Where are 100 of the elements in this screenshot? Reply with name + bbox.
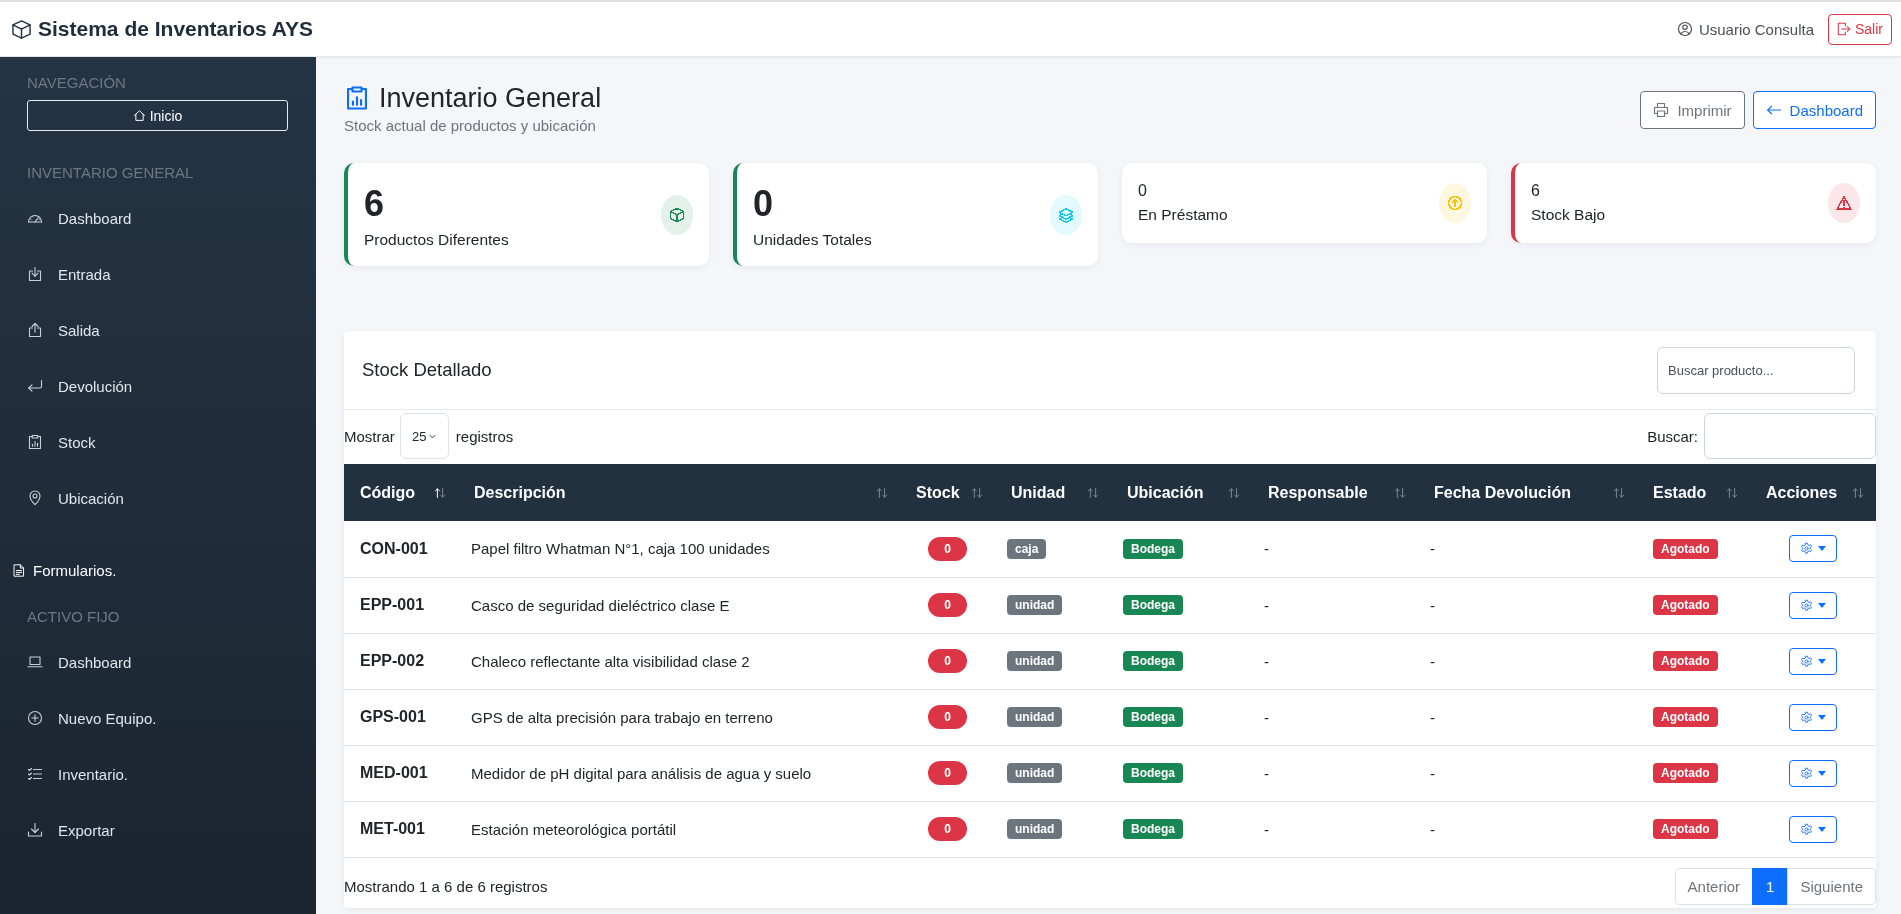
column-header[interactable]: Ubicación	[1111, 464, 1252, 521]
caret-icon	[1818, 714, 1826, 720]
table-info: Mostrando 1 a 6 de 6 registros	[344, 877, 548, 895]
stock-badge: 0	[928, 761, 967, 785]
filter-label: Buscar:	[1647, 427, 1698, 445]
actions-dropdown-button[interactable]	[1789, 535, 1837, 563]
caret-icon	[1818, 770, 1826, 776]
clipboard-chart-icon	[27, 434, 43, 450]
table-cell: -	[1418, 577, 1637, 633]
sidebar-item[interactable]: Inventario.	[0, 746, 316, 802]
pagination-button[interactable]: Anterior	[1674, 867, 1754, 905]
user-name: Usuario Consulta	[1698, 20, 1814, 38]
tray-down-arrow-icon	[27, 266, 43, 282]
dashboard-button[interactable]: Dashboard	[1752, 91, 1876, 129]
table-cell: GPS de alta precisión para trabajo en terreno	[458, 689, 900, 745]
column-header[interactable]: Stock	[900, 464, 995, 521]
table-cell: EPP-001	[344, 577, 458, 633]
actions-dropdown-button[interactable]	[1789, 591, 1837, 619]
unit-badge: unidad	[1007, 763, 1063, 783]
document-icon	[12, 562, 26, 578]
home-icon	[132, 109, 146, 122]
download-icon	[27, 822, 43, 838]
settings-icon	[1800, 654, 1813, 668]
column-header[interactable]: Fecha Devolución	[1418, 464, 1637, 521]
card-title: Stock Detallado	[362, 359, 492, 381]
stock-badge: 0	[928, 817, 967, 841]
table-cell: -	[1418, 801, 1637, 857]
search-field[interactable]: Buscar producto...	[1657, 346, 1855, 394]
sidebar-section-heading: ACTIVO FIJO	[27, 607, 121, 627]
status-badge: Agotado	[1653, 819, 1718, 839]
app-title: Sistema de Inventarios AYS	[38, 17, 314, 41]
column-header[interactable]: Estado	[1637, 464, 1750, 521]
location-badge: Bodega	[1123, 763, 1183, 783]
sidebar-item[interactable]: Devolución	[0, 358, 316, 414]
actions-dropdown-button[interactable]	[1789, 703, 1837, 731]
home-button[interactable]: Inicio	[27, 100, 288, 131]
settings-icon	[1800, 542, 1813, 556]
table-cell: -	[1252, 577, 1418, 633]
sidebar-item[interactable]: Ubicación	[0, 470, 316, 526]
table-cell: -	[1252, 521, 1418, 577]
sidebar-section-heading: INVENTARIO GENERAL	[27, 163, 195, 183]
unit-badge: unidad	[1007, 595, 1063, 615]
map-pin-icon	[27, 490, 43, 506]
status-badge: Agotado	[1653, 538, 1718, 559]
sidebar-section-heading: NAVEGACIÓN	[27, 73, 127, 93]
filter-input[interactable]	[1704, 413, 1876, 459]
column-header[interactable]: Código	[344, 464, 458, 521]
stat-label: Unidades Totales	[753, 230, 873, 250]
actions-dropdown-button[interactable]	[1789, 759, 1837, 787]
actions-dropdown-button[interactable]	[1789, 647, 1837, 675]
sidebar-item[interactable]: Stock	[0, 414, 316, 470]
pagination-button[interactable]: Siguiente	[1787, 867, 1876, 905]
table-cell: -	[1252, 745, 1418, 801]
page-title: Inventario General	[379, 82, 602, 115]
table-cell: MET-001	[344, 801, 458, 857]
sidebar-item[interactable]: Dashboard	[0, 190, 316, 246]
status-badge: Agotado	[1653, 763, 1718, 783]
return-arrow-icon	[27, 378, 43, 394]
column-header[interactable]: Descripción	[458, 464, 900, 521]
actions-dropdown-button[interactable]	[1789, 815, 1837, 843]
unit-badge: unidad	[1007, 819, 1063, 839]
stock-badge: 0	[928, 536, 967, 561]
page-subtitle: Stock actual de productos y ubicación	[344, 116, 597, 136]
clipboard-chart-icon	[344, 84, 370, 112]
length-label: Mostrar	[344, 427, 395, 445]
exit-arrow-icon	[1837, 22, 1851, 36]
stat-label: Stock Bajo	[1531, 205, 1607, 225]
sidebar-item[interactable]: Exportar	[0, 802, 316, 858]
sidebar-item[interactable]: Entrada	[0, 246, 316, 302]
location-badge: Bodega	[1123, 651, 1183, 671]
column-header[interactable]: Acciones	[1750, 464, 1876, 521]
column-header[interactable]: Responsable	[1252, 464, 1418, 521]
sidebar-item[interactable]: Salida	[0, 302, 316, 358]
location-badge: Bodega	[1123, 707, 1183, 727]
table-cell: Papel filtro Whatman N°1, caja 100 unidades	[458, 521, 900, 577]
table-cell: -	[1418, 521, 1637, 577]
unit-badge: unidad	[1007, 651, 1063, 671]
sidebar-item[interactable]: Nuevo Equipo.	[0, 690, 316, 746]
sidebar-item[interactable]: Dashboard	[0, 634, 316, 690]
unit-badge: caja	[1007, 538, 1047, 559]
table-cell: Estación meteorológica portátil	[458, 801, 900, 857]
location-badge: Bodega	[1123, 538, 1183, 559]
stat-value: 6	[364, 183, 386, 225]
stock-badge: 0	[928, 705, 967, 729]
unit-badge: unidad	[1007, 707, 1063, 727]
checklist-icon	[27, 766, 43, 782]
table-cell: GPS-001	[344, 689, 458, 745]
settings-icon	[1800, 598, 1813, 612]
logout-button[interactable]: Salir	[1828, 13, 1892, 45]
sidebar-link[interactable]: Formularios.	[0, 550, 316, 590]
length-label: registros	[455, 427, 514, 445]
printer-icon	[1653, 102, 1670, 118]
column-header[interactable]: Unidad	[995, 464, 1111, 521]
print-button[interactable]: Imprimir	[1640, 91, 1745, 129]
pagination-button[interactable]: 1	[1752, 867, 1789, 905]
page-length-select[interactable]: 25	[399, 413, 449, 459]
table-cell: -	[1418, 745, 1637, 801]
stock-badge: 0	[928, 649, 967, 673]
arrow-up-circle-icon	[1439, 183, 1471, 223]
caret-icon	[1818, 602, 1826, 608]
